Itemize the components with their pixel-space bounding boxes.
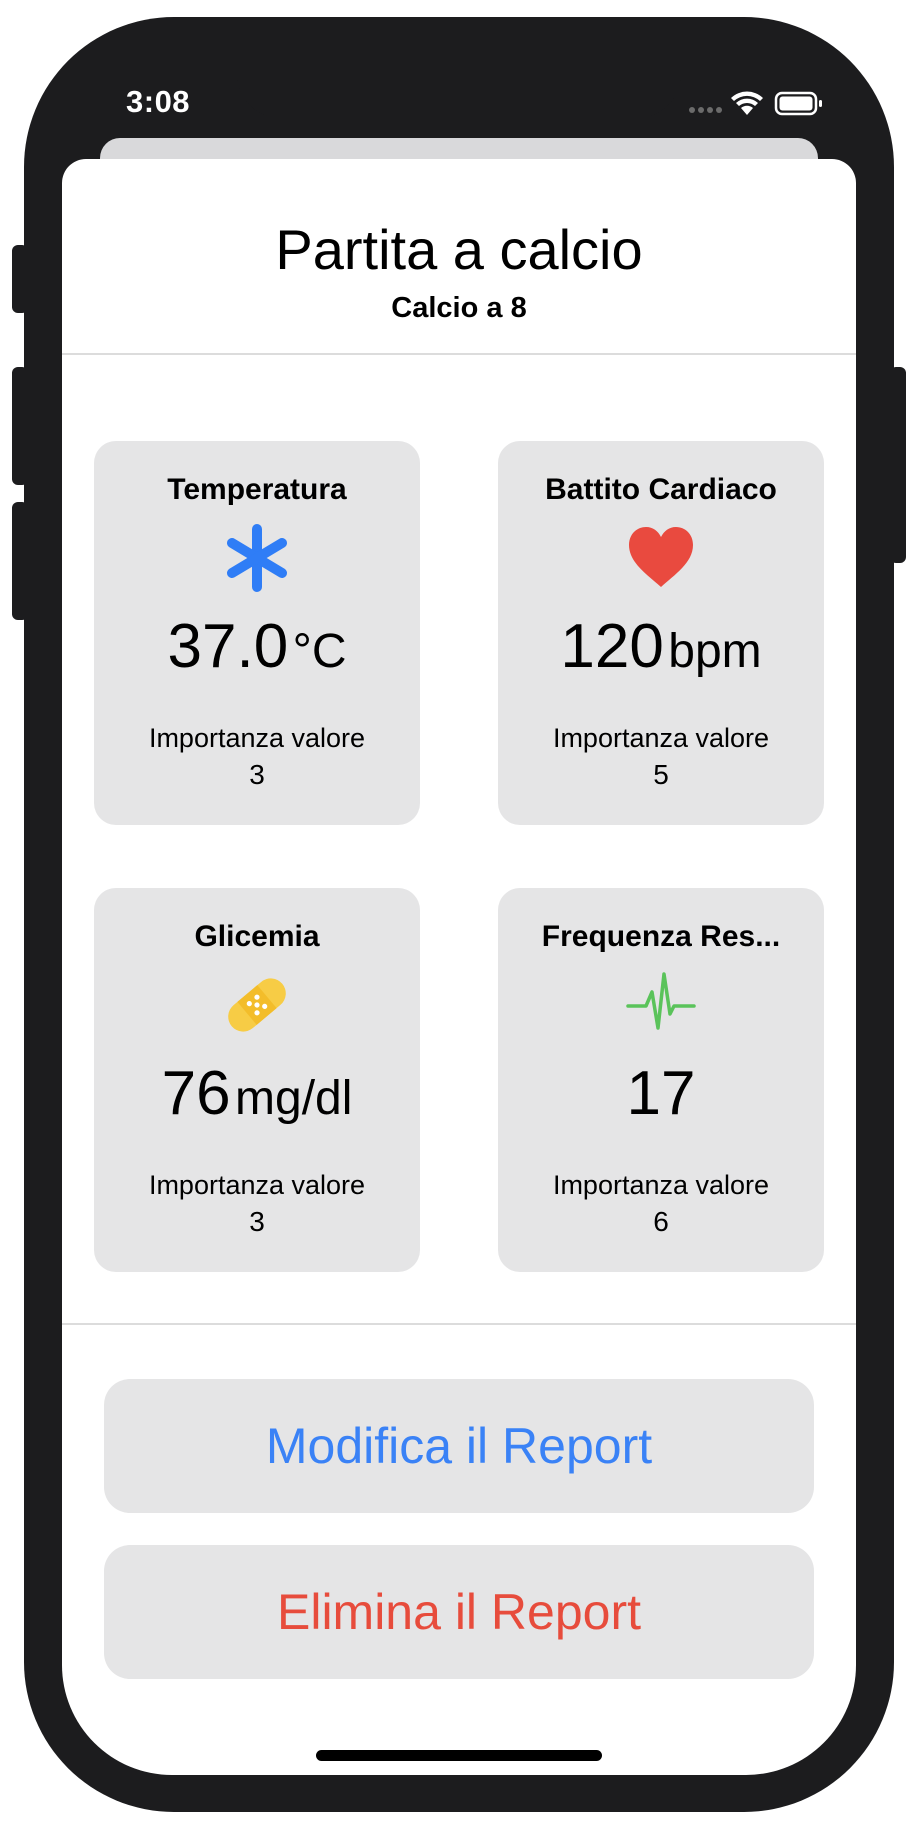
- card-title: Glicemia: [194, 920, 320, 953]
- value-unit: °C: [292, 625, 347, 678]
- heart-icon: [626, 523, 696, 593]
- waveform-pulse-icon: [626, 970, 696, 1040]
- metric-card-glycemia: Glicemia 76 mg/dl Importanza valore 3: [94, 888, 420, 1272]
- cellular-signal-icon: [689, 107, 722, 113]
- card-value: 120 bpm: [498, 611, 824, 682]
- wifi-icon: [731, 91, 763, 115]
- importance-value: 5: [653, 759, 669, 790]
- card-title: Temperatura: [167, 473, 347, 506]
- card-value: 17: [498, 1058, 824, 1129]
- page-subtitle: Calcio a 8: [391, 292, 527, 324]
- importance-value: 3: [249, 759, 265, 790]
- value-unit: mg/dl: [235, 1072, 353, 1125]
- metric-card-temperature: Temperatura 37.0 °C Importanza valore 3: [94, 441, 420, 825]
- card-title: Battito Cardiaco: [545, 473, 777, 506]
- value-unit: bpm: [668, 625, 762, 678]
- card-value: 37.0 °C: [94, 611, 420, 682]
- importance-label: Importanza valore: [148, 723, 366, 753]
- delete-report-button[interactable]: Elimina il Report: [104, 1545, 814, 1679]
- snowflake-asterisk-icon: [222, 523, 292, 593]
- page-title: Partita a calcio: [275, 218, 643, 281]
- metric-card-heart-rate: Battito Cardiaco 120 bpm Importanza valo…: [498, 441, 824, 825]
- actions-divider: [62, 1323, 856, 1325]
- value-number: 17: [626, 1059, 696, 1128]
- value-number: 120: [560, 612, 664, 681]
- notch: [237, 40, 681, 118]
- card-title: Frequenza Res...: [541, 920, 781, 953]
- importance-value: 6: [653, 1206, 669, 1237]
- value-number: 37.0: [167, 612, 289, 681]
- card-value: 76 mg/dl: [94, 1058, 420, 1129]
- importance-value: 3: [249, 1206, 265, 1237]
- edit-report-button[interactable]: Modifica il Report: [104, 1379, 814, 1513]
- report-sheet: Partita a calcio Calcio a 8 Temperatura …: [62, 159, 856, 1775]
- header-divider: [62, 353, 856, 355]
- battery-icon: [774, 91, 822, 116]
- metric-card-respiratory-rate: Frequenza Res... 17 Importanza valore 6: [498, 888, 824, 1272]
- home-indicator[interactable]: [316, 1750, 602, 1761]
- importance-label: Importanza valore: [148, 1170, 366, 1200]
- status-time: 3:08: [126, 84, 191, 119]
- bandage-icon: [222, 970, 292, 1040]
- importance-label: Importanza valore: [552, 723, 770, 753]
- importance-label: Importanza valore: [552, 1170, 770, 1200]
- value-number: 76: [161, 1059, 231, 1128]
- status-icons: [688, 88, 828, 118]
